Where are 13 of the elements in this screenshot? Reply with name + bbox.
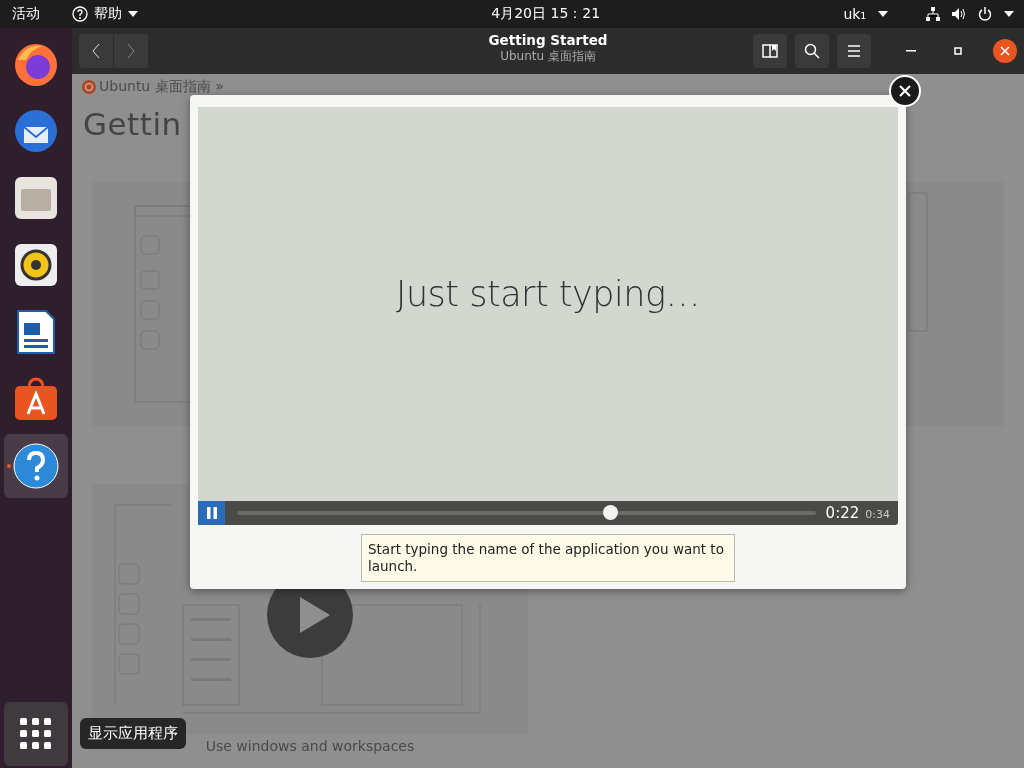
video-caption: Start typing the name of the application you want to launch. bbox=[361, 534, 735, 582]
tooltip: 显示应用程序 bbox=[80, 718, 186, 749]
page-heading: Gettin bbox=[83, 106, 182, 142]
slide-text: Just start typing… bbox=[396, 274, 700, 314]
keyboard-layout-indicator[interactable]: uk₁ bbox=[843, 6, 866, 22]
app-menu[interactable]: 帮助 bbox=[72, 5, 138, 23]
current-time: 0:22 bbox=[825, 504, 860, 522]
card-caption: Use windows and workspaces bbox=[205, 738, 415, 754]
activities-button[interactable]: 活动 bbox=[12, 5, 40, 23]
window-title: Getting Started bbox=[488, 32, 608, 48]
clock[interactable]: 4月20日 15：21 bbox=[381, 5, 601, 23]
window-subtitle: Ubuntu 桌面指南 bbox=[500, 48, 596, 65]
duration: 0:34 bbox=[865, 507, 890, 521]
